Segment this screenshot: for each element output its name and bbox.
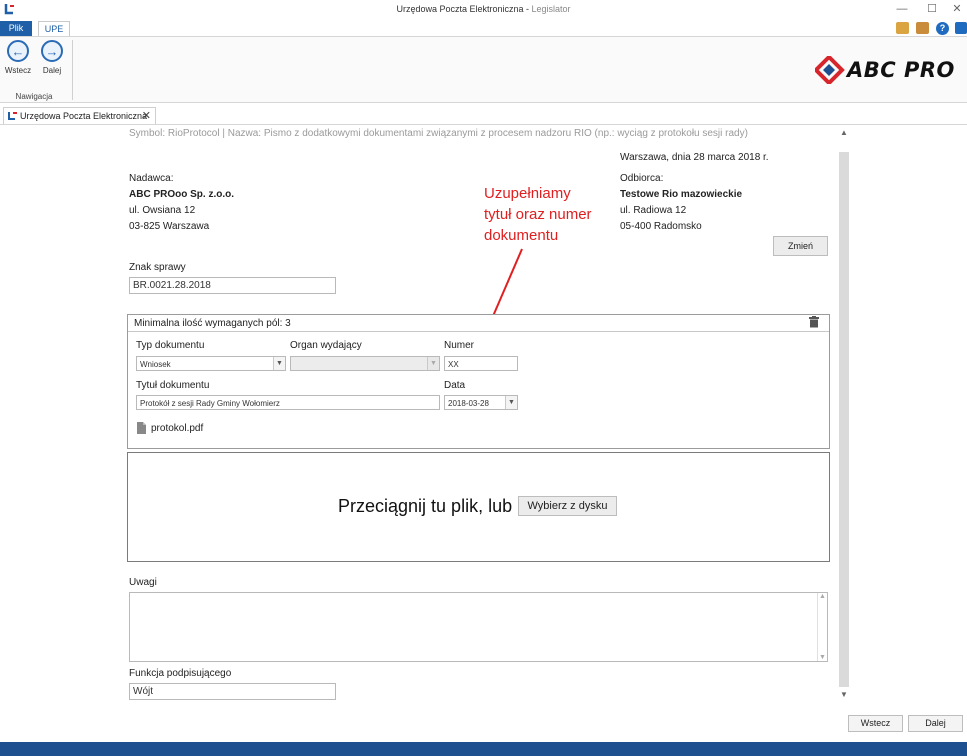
attached-file-link[interactable]: protokol.pdf — [151, 423, 203, 434]
maximize-button[interactable]: ☐ — [922, 2, 942, 16]
change-recipient-button[interactable]: Zmień — [773, 236, 828, 256]
doc-tab-close-button[interactable]: ✕ — [142, 109, 151, 122]
attachment-header-text: Minimalna ilość wymaganych pól: 3 — [134, 318, 291, 329]
arrow-right-icon: → — [41, 40, 63, 62]
recipient-street: ul. Radiowa 12 — [620, 205, 687, 216]
recipient-city: 05-400 Radomsko — [620, 221, 702, 232]
date-picker[interactable]: 2018-03-28 ▼ — [444, 395, 518, 410]
users-icon[interactable] — [916, 22, 929, 34]
issuer-label: Organ wydający — [290, 340, 362, 351]
remarks-label: Uwagi — [129, 577, 157, 588]
annotation-line: dokumentu — [484, 227, 559, 244]
nav-group-label: Nawigacja — [15, 92, 53, 101]
case-ref-input[interactable]: BR.0021.28.2018 — [129, 277, 336, 294]
recipient-label: Odbiorca: — [620, 173, 664, 184]
nav-back-button[interactable]: ← Wstecz — [4, 40, 32, 80]
nav-back-label: Wstecz — [4, 66, 32, 75]
annotation-line: tytuł oraz numer — [484, 206, 592, 223]
chevron-down-icon: ▼ — [505, 396, 517, 409]
help-icon[interactable]: ? — [936, 22, 949, 35]
sender-city: 03-825 Warszawa — [129, 221, 210, 232]
doc-tab-label: Urzędowa Poczta Elektroniczna — [20, 111, 148, 121]
doc-type-value: Wniosek — [140, 360, 171, 369]
window-app-name: Legislator — [531, 4, 571, 14]
sender-label: Nadawca: — [129, 173, 174, 184]
title-label: Tytuł dokumentu — [136, 380, 210, 391]
sender-street: ul. Owsiana 12 — [129, 205, 196, 216]
footer-back-button[interactable]: Wstecz — [848, 715, 903, 732]
date-label: Data — [444, 380, 466, 391]
window-title-separator: - — [523, 4, 532, 14]
scroll-down-icon[interactable]: ▼ — [839, 690, 849, 702]
recipient-name: Testowe Rio mazowieckie — [620, 189, 743, 200]
number-label: Numer — [444, 340, 475, 351]
abc-pro-logo-text: ABC PRO — [847, 58, 955, 82]
window-title-text: Urzędowa Poczta Elektroniczna — [396, 4, 524, 14]
doc-type-select[interactable]: Wniosek ▼ — [136, 356, 286, 371]
chevron-down-icon: ▼ — [819, 654, 826, 661]
case-ref-label: Znak sprawy — [129, 262, 186, 273]
number-input[interactable]: XX — [444, 356, 518, 371]
abc-pro-logo-icon — [815, 56, 845, 84]
doc-type-label: Typ dokumentu — [136, 340, 205, 351]
signer-label: Funkcja podpisującego — [129, 668, 232, 679]
tab-divider — [0, 124, 967, 125]
app-tab-icon — [8, 112, 17, 120]
window-title: Urzędowa Poczta Elektroniczna - Legislat… — [0, 4, 967, 14]
annotation-line: Uzupełniamy — [484, 185, 571, 202]
date-line: Warszawa, dnia 28 marca 2018 r. — [620, 152, 769, 163]
title-input[interactable]: Protokół z sesji Rady Gminy Wołomierz — [136, 395, 440, 410]
taskbar — [0, 742, 967, 756]
arrow-left-icon: ← — [7, 40, 29, 62]
annotation-text: Uzupełniamy tytuł oraz numer dokumentu — [484, 183, 624, 246]
tab-urzedowa-poczta[interactable]: Urzędowa Poczta Elektroniczna ✕ — [3, 107, 156, 124]
nav-next-label: Dalej — [42, 66, 62, 75]
chevron-down-icon: ▼ — [427, 357, 439, 370]
remarks-scrollbar[interactable]: ▲ ▼ — [817, 593, 827, 661]
nav-next-button[interactable]: → Dalej — [38, 40, 66, 80]
chevron-down-icon: ▼ — [273, 357, 285, 370]
issuer-select[interactable]: ▼ — [290, 356, 440, 371]
scroll-up-icon[interactable]: ▲ — [839, 128, 849, 140]
attachment-box — [127, 314, 830, 449]
chevron-up-icon: ▲ — [819, 593, 826, 600]
tab-plik[interactable]: Plik — [0, 21, 32, 36]
window-icon[interactable] — [955, 22, 967, 34]
main-scrollbar[interactable] — [839, 152, 849, 687]
file-icon — [137, 422, 146, 434]
close-window-button[interactable]: ✕ — [947, 2, 967, 16]
abc-pro-logo: ABC PRO — [815, 56, 960, 84]
tab-upe[interactable]: UPE — [38, 21, 70, 36]
trash-icon[interactable] — [809, 316, 819, 328]
minimize-button[interactable]: — — [892, 2, 912, 16]
briefcase-icon[interactable] — [896, 22, 909, 34]
ribbon-separator — [72, 40, 73, 100]
symbol-line: Symbol: RioProtocol | Nazwa: Pismo z dod… — [129, 128, 748, 139]
remarks-textarea[interactable] — [129, 592, 828, 662]
choose-from-disk-button[interactable]: Wybierz z dysku — [518, 496, 617, 516]
footer-next-button[interactable]: Dalej — [908, 715, 963, 732]
signer-input[interactable]: Wójt — [129, 683, 336, 700]
drop-zone-text: Przeciągnij tu plik, lub — [338, 496, 513, 516]
sender-name: ABC PROoo Sp. z.o.o. — [129, 189, 234, 200]
title-bar: Urzędowa Poczta Elektroniczna - Legislat… — [0, 0, 967, 20]
date-value: 2018-03-28 — [448, 399, 489, 408]
